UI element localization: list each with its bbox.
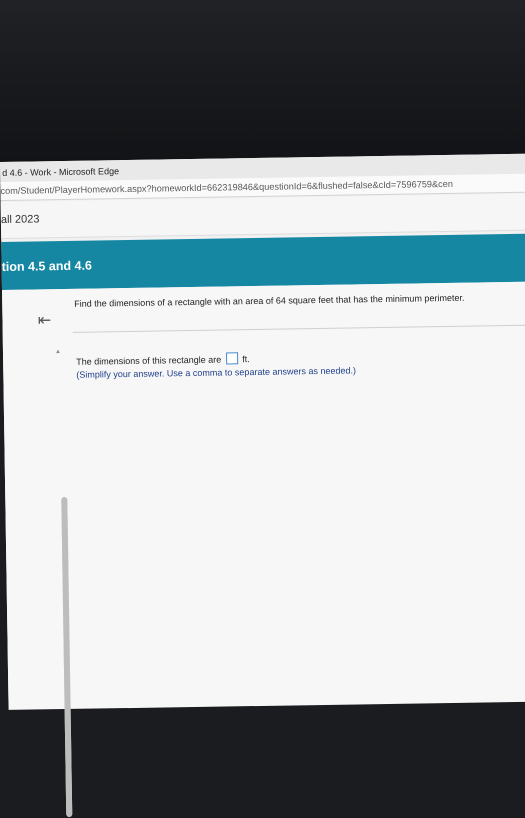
monitor-bezel (0, 0, 525, 162)
answer-input[interactable] (225, 352, 238, 365)
scrollbar-thumb[interactable] (61, 496, 73, 818)
back-to-start-arrow-icon: ⇤ (37, 312, 52, 330)
question-panel: ⇤ Find the dimensions of a rectangle wit… (2, 281, 525, 818)
answer-block: The dimensions of this rectangle are ft.… (76, 348, 516, 382)
question-prompt: Find the dimensions of a rectangle with … (74, 292, 465, 309)
scrollbar-track[interactable] (61, 496, 73, 818)
answer-unit: ft. (242, 354, 250, 365)
answer-prefix: The dimensions of this rectangle are (76, 354, 222, 367)
question-divider (72, 324, 525, 333)
course-term: all 2023 (0, 193, 525, 239)
section-title: tion 4.5 and 4.6 (1, 233, 525, 290)
browser-window: d 4.6 - Work - Microsoft Edge com/Studen… (0, 153, 525, 818)
back-to-start-button[interactable]: ⇤ (32, 311, 56, 331)
collapse-caret-icon[interactable]: ▲ (55, 349, 61, 355)
